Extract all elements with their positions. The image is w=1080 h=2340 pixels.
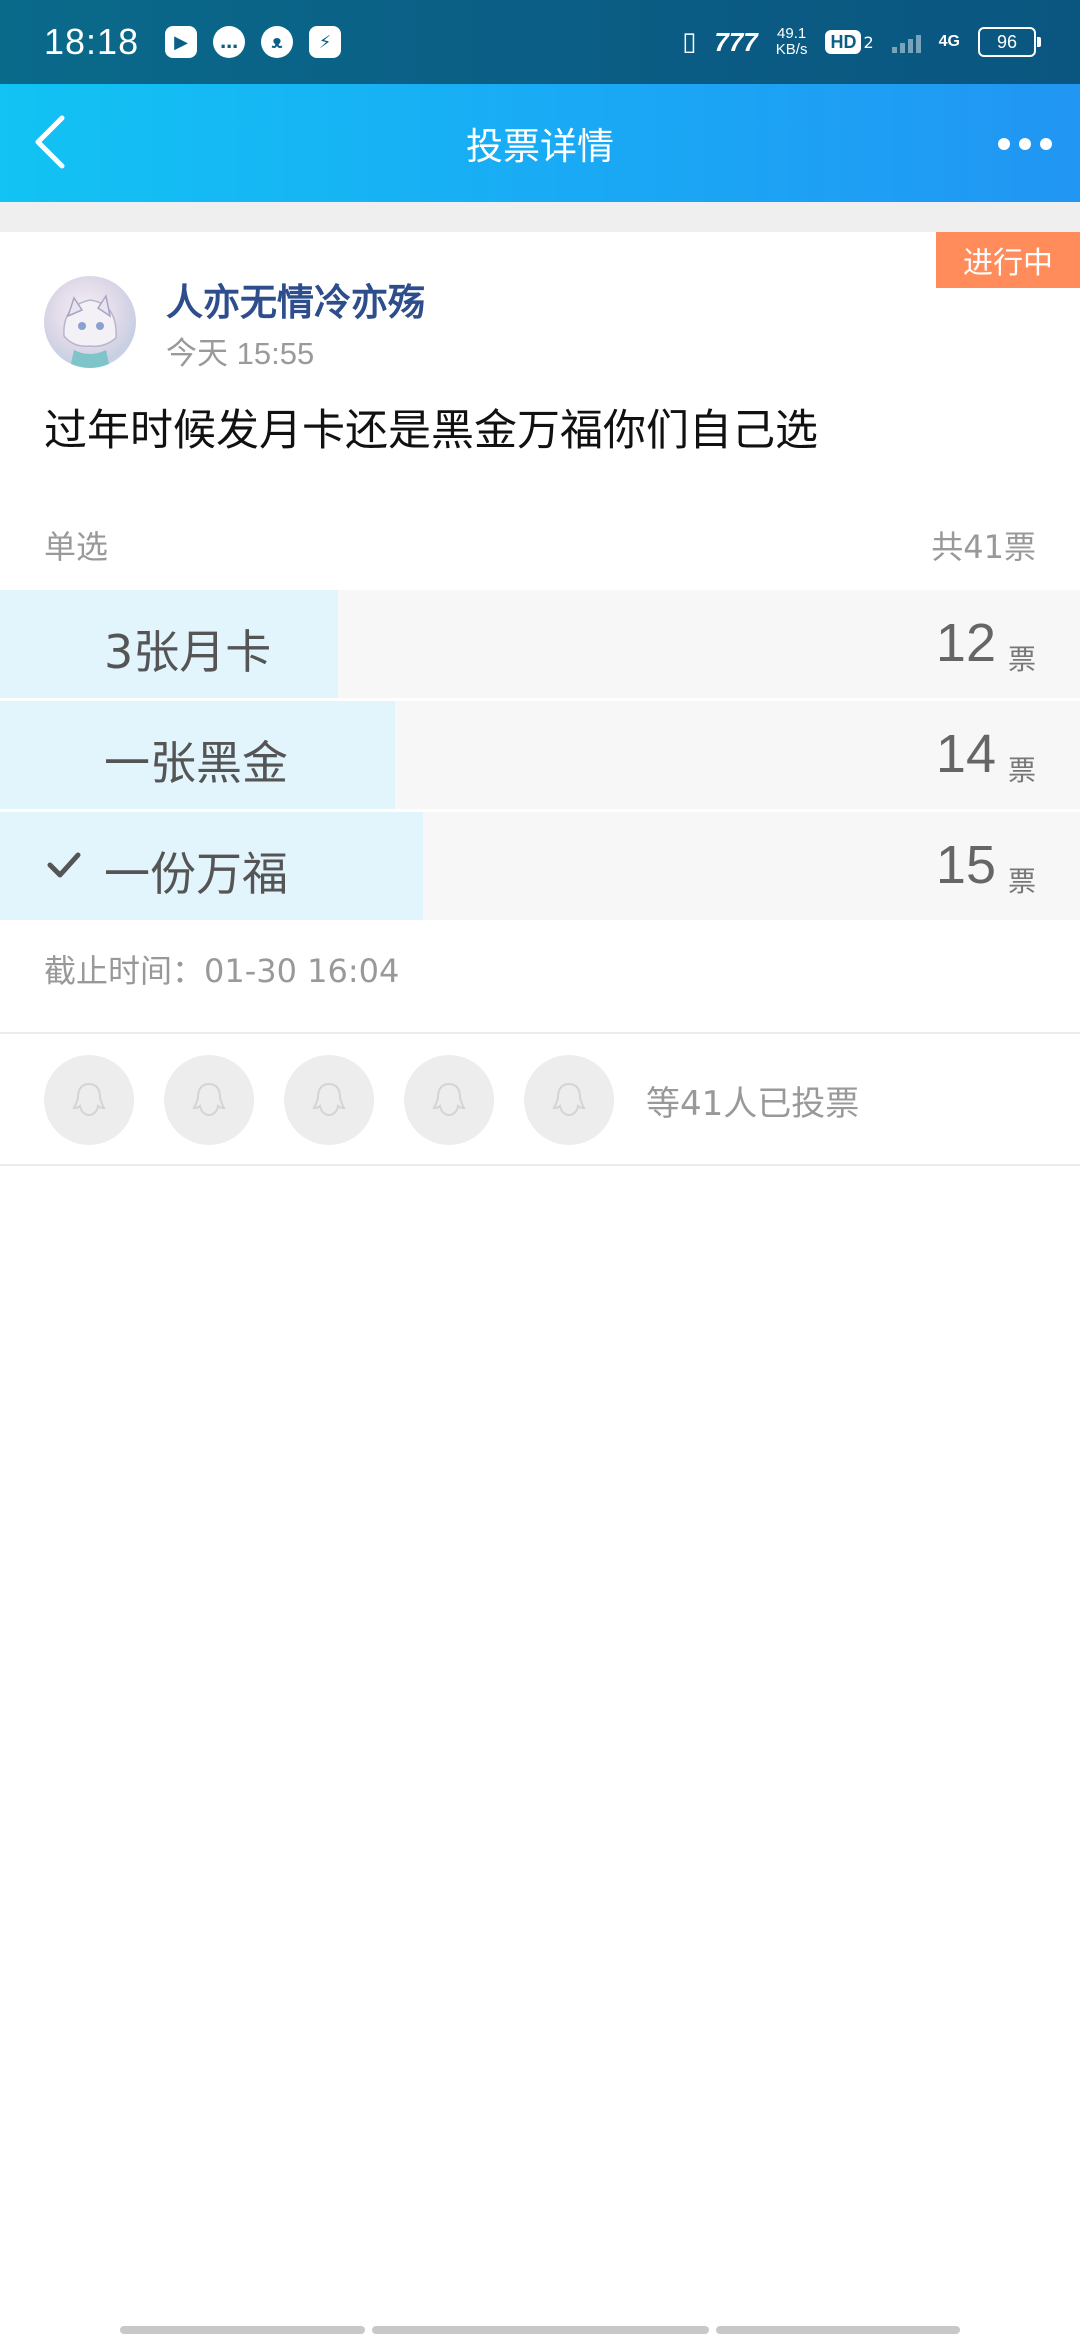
- status-bar: 18:18 ▶ … ᴥ ⚡ ▯ 777 49.1 KB/s HD 2 4G 96: [0, 0, 1080, 84]
- option-label: 3张月卡: [104, 625, 272, 679]
- net-speed-value: 49.1: [777, 25, 807, 42]
- more-button[interactable]: [990, 114, 1060, 174]
- video-app-icon: ▶: [165, 26, 198, 58]
- voter-avatar: [404, 1055, 494, 1145]
- system-icons: ▯ 777 49.1 KB/s HD 2 4G 96: [682, 26, 1041, 58]
- option-label: 一张黑金: [104, 736, 288, 790]
- cat-app-icon: ᴥ: [261, 26, 294, 58]
- status-time: 18:18: [44, 21, 140, 62]
- network-type: 4G: [938, 33, 960, 50]
- avatar-image: [63, 294, 117, 368]
- signal-icon: [891, 31, 921, 53]
- voter-list[interactable]: 等41人已投票: [44, 1054, 859, 1146]
- section-divider: [0, 202, 1080, 232]
- net-speed-unit: KB/s: [775, 41, 808, 58]
- hd-sub: 2: [863, 32, 874, 52]
- vote-options: 3张月卡 12 票 一张黑金 14 票 一份万福 15 票: [0, 590, 1080, 923]
- option-count: 14: [935, 724, 996, 784]
- more-dots-icon: [998, 138, 1010, 150]
- avatar[interactable]: [44, 276, 136, 368]
- status-badge: 进行中: [930, 232, 1080, 288]
- vote-option[interactable]: 3张月卡 12 票: [0, 590, 1080, 698]
- divider: [0, 1164, 1080, 1166]
- hd-badge: HD: [825, 29, 862, 54]
- more-dot: [1040, 138, 1052, 150]
- checkmark-icon: [47, 852, 81, 878]
- chat-app-icon: …: [213, 26, 246, 58]
- author-name[interactable]: 人亦无情冷亦殇: [166, 272, 425, 326]
- speed-icon: 777: [714, 26, 758, 57]
- vote-total: 共41票: [931, 528, 1036, 566]
- net-speed: 49.1 KB/s: [776, 26, 808, 58]
- vote-option[interactable]: 一张黑金 14 票: [0, 701, 1080, 809]
- option-count: 12: [935, 613, 996, 673]
- vote-question: 过年时候发月卡还是黑金万福你们自己选: [44, 406, 818, 456]
- default-avatar-icon: [312, 1082, 346, 1117]
- indicator-segment: [372, 2326, 709, 2334]
- page-title: 投票详情: [466, 126, 614, 167]
- default-avatar-icon: [552, 1082, 586, 1117]
- back-button[interactable]: [18, 110, 82, 174]
- battery-icon: 96: [978, 27, 1041, 57]
- chevron-left-icon: [35, 115, 65, 169]
- vote-type: 单选: [44, 528, 109, 566]
- notification-icons: ▶ … ᴥ ⚡: [165, 26, 342, 58]
- option-label: 一份万福: [104, 847, 288, 901]
- voter-avatar: [284, 1055, 374, 1145]
- option-unit: 票: [1007, 754, 1036, 787]
- option-unit: 票: [1007, 865, 1036, 898]
- flash-app-icon: ⚡: [309, 26, 342, 58]
- default-avatar-icon: [432, 1082, 466, 1117]
- voter-avatar: [164, 1055, 254, 1145]
- hd-indicator: HD 2: [825, 29, 874, 54]
- voter-avatar: [524, 1055, 614, 1145]
- divider: [0, 1032, 1080, 1034]
- deadline-text: 截止时间：01-30 16:04: [44, 952, 400, 990]
- title-bar: 投票详情: [0, 84, 1080, 202]
- option-unit: 票: [1007, 643, 1036, 676]
- vote-option[interactable]: 一份万福 15 票: [0, 812, 1080, 920]
- voters-summary: 等41人已投票: [646, 1083, 860, 1124]
- bottom-indicator: [0, 2326, 1080, 2334]
- post-time: 今天 15:55: [166, 336, 315, 371]
- default-avatar-icon: [72, 1082, 106, 1117]
- indicator-segment: [716, 2326, 960, 2334]
- default-avatar-icon: [192, 1082, 226, 1117]
- option-count: 15: [935, 835, 996, 895]
- vibrate-icon: ▯: [682, 27, 697, 57]
- voter-avatar: [44, 1055, 134, 1145]
- more-dot: [1019, 138, 1031, 150]
- indicator-segment: [120, 2326, 365, 2334]
